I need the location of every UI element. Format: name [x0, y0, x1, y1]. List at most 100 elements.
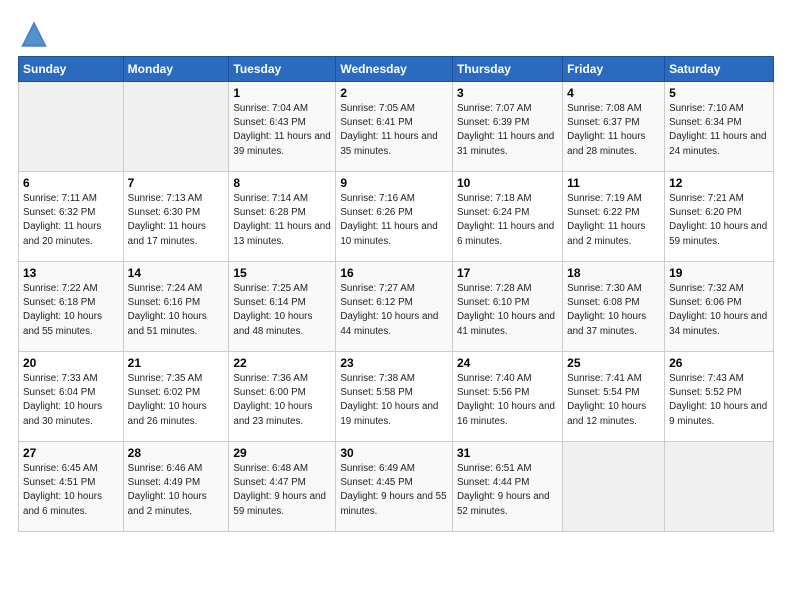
day-number: 20 [23, 356, 119, 370]
day-info: Sunrise: 6:46 AM Sunset: 4:49 PM Dayligh… [128, 462, 225, 519]
day-cell: 25 Sunrise: 7:41 AM Sunset: 5:54 PM Dayli… [563, 352, 665, 442]
day-cell: 14 Sunrise: 7:24 AM Sunset: 6:16 PM Dayli… [123, 262, 229, 352]
logo-icon [18, 18, 50, 50]
day-info: Sunrise: 7:19 AM Sunset: 6:22 PM Dayligh… [567, 192, 660, 249]
day-cell [563, 442, 665, 532]
day-number: 27 [23, 446, 119, 460]
day-info: Sunrise: 7:28 AM Sunset: 6:10 PM Dayligh… [457, 282, 558, 339]
day-info: Sunrise: 7:07 AM Sunset: 6:39 PM Dayligh… [457, 102, 558, 159]
day-info: Sunrise: 7:30 AM Sunset: 6:08 PM Dayligh… [567, 282, 660, 339]
day-number: 1 [233, 86, 331, 100]
day-cell: 12 Sunrise: 7:21 AM Sunset: 6:20 PM Dayli… [665, 172, 774, 262]
day-info: Sunrise: 7:41 AM Sunset: 5:54 PM Dayligh… [567, 372, 660, 429]
day-number: 16 [340, 266, 448, 280]
day-cell: 19 Sunrise: 7:32 AM Sunset: 6:06 PM Dayli… [665, 262, 774, 352]
col-header-tuesday: Tuesday [229, 57, 336, 82]
day-number: 9 [340, 176, 448, 190]
day-cell: 3 Sunrise: 7:07 AM Sunset: 6:39 PM Daylig… [452, 82, 562, 172]
day-number: 23 [340, 356, 448, 370]
day-cell: 7 Sunrise: 7:13 AM Sunset: 6:30 PM Daylig… [123, 172, 229, 262]
day-number: 18 [567, 266, 660, 280]
day-number: 15 [233, 266, 331, 280]
day-cell: 26 Sunrise: 7:43 AM Sunset: 5:52 PM Dayli… [665, 352, 774, 442]
day-cell: 20 Sunrise: 7:33 AM Sunset: 6:04 PM Dayli… [19, 352, 124, 442]
day-number: 8 [233, 176, 331, 190]
day-cell: 16Sunrise: 7:27 AM Sunset: 6:12 PM Dayli… [336, 262, 453, 352]
calendar-header-row: SundayMondayTuesdayWednesdayThursdayFrid… [19, 57, 774, 82]
day-cell: 28 Sunrise: 6:46 AM Sunset: 4:49 PM Dayli… [123, 442, 229, 532]
day-number: 30 [340, 446, 448, 460]
day-number: 21 [128, 356, 225, 370]
day-info: Sunrise: 7:43 AM Sunset: 5:52 PM Dayligh… [669, 372, 769, 429]
col-header-friday: Friday [563, 57, 665, 82]
col-header-wednesday: Wednesday [336, 57, 453, 82]
day-cell: 24 Sunrise: 7:40 AM Sunset: 5:56 PM Dayli… [452, 352, 562, 442]
day-info: Sunrise: 7:08 AM Sunset: 6:37 PM Dayligh… [567, 102, 660, 159]
day-info: Sunrise: 7:04 AM Sunset: 6:43 PM Dayligh… [233, 102, 331, 159]
day-number: 24 [457, 356, 558, 370]
logo [18, 18, 54, 50]
day-cell: 5Sunrise: 7:10 AM Sunset: 6:34 PM Daylig… [665, 82, 774, 172]
day-cell: 30 Sunrise: 6:49 AM Sunset: 4:45 PM Dayli… [336, 442, 453, 532]
day-info: Sunrise: 7:25 AM Sunset: 6:14 PM Dayligh… [233, 282, 331, 339]
day-cell [665, 442, 774, 532]
day-number: 13 [23, 266, 119, 280]
day-number: 19 [669, 266, 769, 280]
day-number: 10 [457, 176, 558, 190]
day-info: Sunrise: 7:35 AM Sunset: 6:02 PM Dayligh… [128, 372, 225, 429]
week-row-3: 13 Sunrise: 7:22 AM Sunset: 6:18 PM Dayli… [19, 262, 774, 352]
day-cell: 2Sunrise: 7:05 AM Sunset: 6:41 PM Daylig… [336, 82, 453, 172]
day-info: Sunrise: 7:32 AM Sunset: 6:06 PM Dayligh… [669, 282, 769, 339]
day-info: Sunrise: 7:16 AM Sunset: 6:26 PM Dayligh… [340, 192, 448, 249]
calendar-table: SundayMondayTuesdayWednesdayThursdayFrid… [18, 56, 774, 532]
day-number: 25 [567, 356, 660, 370]
day-cell: 8 Sunrise: 7:14 AM Sunset: 6:28 PM Daylig… [229, 172, 336, 262]
day-cell: 13 Sunrise: 7:22 AM Sunset: 6:18 PM Dayli… [19, 262, 124, 352]
day-info: Sunrise: 7:05 AM Sunset: 6:41 PM Dayligh… [340, 102, 448, 159]
col-header-saturday: Saturday [665, 57, 774, 82]
day-cell: 4Sunrise: 7:08 AM Sunset: 6:37 PM Daylig… [563, 82, 665, 172]
day-cell: 17Sunrise: 7:28 AM Sunset: 6:10 PM Dayli… [452, 262, 562, 352]
day-info: Sunrise: 7:24 AM Sunset: 6:16 PM Dayligh… [128, 282, 225, 339]
col-header-monday: Monday [123, 57, 229, 82]
day-info: Sunrise: 7:33 AM Sunset: 6:04 PM Dayligh… [23, 372, 119, 429]
day-cell: 23 Sunrise: 7:38 AM Sunset: 5:58 PM Dayli… [336, 352, 453, 442]
day-number: 22 [233, 356, 331, 370]
col-header-sunday: Sunday [19, 57, 124, 82]
day-number: 3 [457, 86, 558, 100]
day-number: 26 [669, 356, 769, 370]
day-cell: 18 Sunrise: 7:30 AM Sunset: 6:08 PM Dayli… [563, 262, 665, 352]
day-info: Sunrise: 7:13 AM Sunset: 6:30 PM Dayligh… [128, 192, 225, 249]
day-cell: 11Sunrise: 7:19 AM Sunset: 6:22 PM Dayli… [563, 172, 665, 262]
day-cell: 9 Sunrise: 7:16 AM Sunset: 6:26 PM Daylig… [336, 172, 453, 262]
week-row-4: 20 Sunrise: 7:33 AM Sunset: 6:04 PM Dayli… [19, 352, 774, 442]
day-info: Sunrise: 7:21 AM Sunset: 6:20 PM Dayligh… [669, 192, 769, 249]
page: SundayMondayTuesdayWednesdayThursdayFrid… [0, 0, 792, 612]
day-cell [19, 82, 124, 172]
day-info: Sunrise: 6:45 AM Sunset: 4:51 PM Dayligh… [23, 462, 119, 519]
day-number: 7 [128, 176, 225, 190]
day-info: Sunrise: 7:14 AM Sunset: 6:28 PM Dayligh… [233, 192, 331, 249]
day-info: Sunrise: 6:49 AM Sunset: 4:45 PM Dayligh… [340, 462, 448, 519]
week-row-2: 6 Sunrise: 7:11 AM Sunset: 6:32 PM Daylig… [19, 172, 774, 262]
day-cell: 22 Sunrise: 7:36 AM Sunset: 6:00 PM Dayli… [229, 352, 336, 442]
day-number: 6 [23, 176, 119, 190]
day-cell: 10Sunrise: 7:18 AM Sunset: 6:24 PM Dayli… [452, 172, 562, 262]
day-cell: 15 Sunrise: 7:25 AM Sunset: 6:14 PM Dayli… [229, 262, 336, 352]
day-info: Sunrise: 7:22 AM Sunset: 6:18 PM Dayligh… [23, 282, 119, 339]
day-number: 29 [233, 446, 331, 460]
day-info: Sunrise: 7:38 AM Sunset: 5:58 PM Dayligh… [340, 372, 448, 429]
day-number: 28 [128, 446, 225, 460]
week-row-1: 1 Sunrise: 7:04 AM Sunset: 6:43 PM Daylig… [19, 82, 774, 172]
col-header-thursday: Thursday [452, 57, 562, 82]
day-info: Sunrise: 7:40 AM Sunset: 5:56 PM Dayligh… [457, 372, 558, 429]
day-info: Sunrise: 7:11 AM Sunset: 6:32 PM Dayligh… [23, 192, 119, 249]
day-number: 12 [669, 176, 769, 190]
day-info: Sunrise: 7:36 AM Sunset: 6:00 PM Dayligh… [233, 372, 331, 429]
day-number: 14 [128, 266, 225, 280]
day-info: Sunrise: 6:51 AM Sunset: 4:44 PM Dayligh… [457, 462, 558, 519]
day-info: Sunrise: 7:10 AM Sunset: 6:34 PM Dayligh… [669, 102, 769, 159]
day-cell: 21 Sunrise: 7:35 AM Sunset: 6:02 PM Dayli… [123, 352, 229, 442]
day-cell [123, 82, 229, 172]
day-cell: 27 Sunrise: 6:45 AM Sunset: 4:51 PM Dayli… [19, 442, 124, 532]
